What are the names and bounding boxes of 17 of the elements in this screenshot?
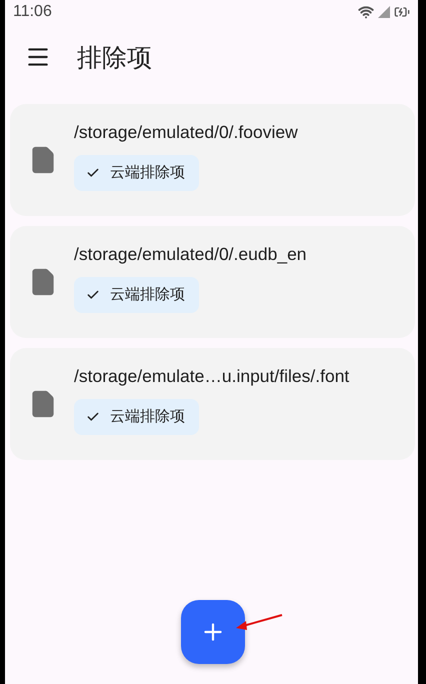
- cloud-chip[interactable]: 云端排除项: [74, 276, 199, 312]
- wifi-icon: [358, 4, 374, 20]
- page-title: 排除项: [77, 42, 152, 74]
- file-path: /storage/emulated/0/.eudb_en: [74, 244, 307, 264]
- exclusion-card[interactable]: /storage/emulated/0/.eudb_en 云端排除项: [10, 226, 415, 338]
- check-icon: [86, 166, 100, 180]
- check-icon: [86, 288, 100, 302]
- status-time: 11:06: [13, 3, 52, 21]
- exclusion-card[interactable]: /storage/emulate…u.input/files/.font 云端排除项: [10, 348, 415, 460]
- file-path: /storage/emulated/0/.fooview: [74, 122, 298, 142]
- add-button[interactable]: [181, 600, 245, 664]
- signal-icon: [378, 6, 390, 18]
- check-icon: [86, 410, 100, 424]
- exclusion-card[interactable]: /storage/emulated/0/.fooview 云端排除项: [10, 104, 415, 216]
- cloud-chip[interactable]: 云端排除项: [74, 398, 199, 434]
- cloud-chip[interactable]: 云端排除项: [74, 154, 199, 190]
- file-path: /storage/emulate…u.input/files/.font: [74, 366, 350, 386]
